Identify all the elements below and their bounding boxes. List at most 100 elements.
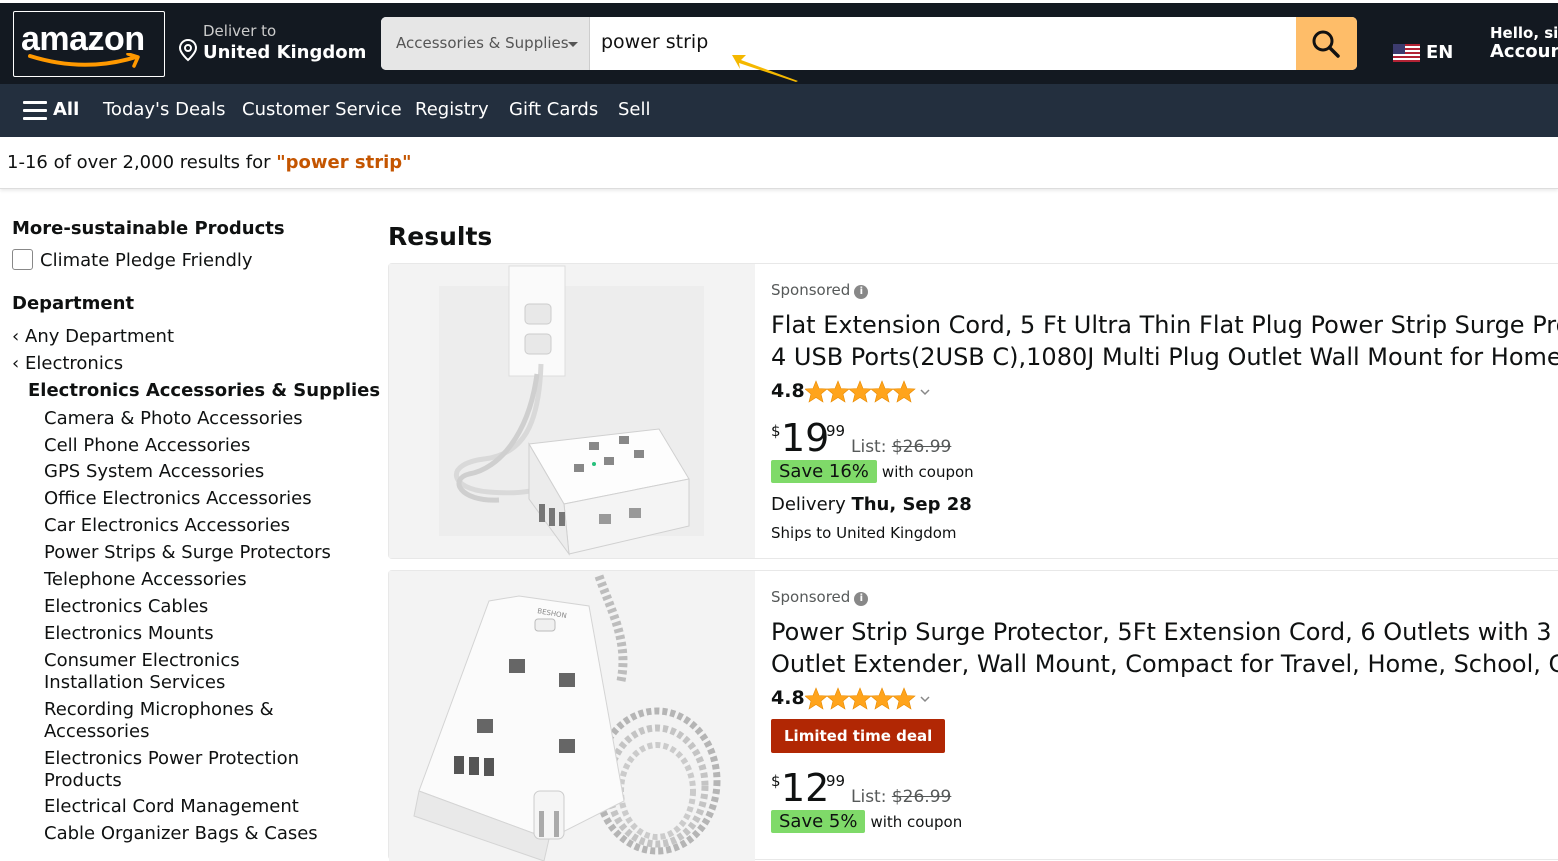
subcategory-link[interactable]: Electronics Power Protection Products <box>44 748 304 792</box>
subcategory-link[interactable]: GPS System Accessories <box>44 461 354 483</box>
coupon-suffix: with coupon <box>881 463 974 481</box>
price-fraction: 99 <box>826 772 846 790</box>
list-price: List: $26.99 <box>851 787 951 807</box>
product-image[interactable]: BESHON <box>389 571 755 861</box>
search-button[interactable] <box>1296 17 1357 70</box>
coupon-offer[interactable]: Save 16% with coupon <box>771 460 974 483</box>
rating-value: 4.8 <box>771 380 805 402</box>
search-icon <box>1312 30 1340 58</box>
subcategory-link[interactable]: Office Electronics Accessories <box>44 488 354 510</box>
info-icon[interactable]: i <box>854 592 869 606</box>
rating-value: 4.8 <box>771 687 805 709</box>
any-department-link[interactable]: ‹ Any Department <box>12 326 174 347</box>
price-whole: 19 <box>781 416 830 460</box>
list-price-label: List: <box>851 437 892 457</box>
top-header: amazon Deliver to United Kingdom Accesso… <box>0 0 1558 84</box>
nav-todays-deals[interactable]: Today's Deals <box>103 99 225 120</box>
star-rating-icon <box>805 687 930 710</box>
info-icon[interactable]: i <box>854 285 869 299</box>
search-category-label: Accessories & Supplies <box>396 34 569 52</box>
electronics-label: Electronics <box>25 353 124 374</box>
extension-cord-image <box>389 264 755 558</box>
coupon-offer[interactable]: Save 5% with coupon <box>771 810 962 833</box>
coupon-suffix: with coupon <box>870 813 963 831</box>
subcategory-link[interactable]: Cell Phone Accessories <box>44 435 354 457</box>
subcategory-link[interactable]: Cable Organizer Bags & Cases <box>44 823 354 845</box>
climate-pledge-label[interactable]: Climate Pledge Friendly <box>40 250 253 271</box>
any-department-label: Any Department <box>25 326 175 347</box>
account-menu[interactable]: Hello, sig Account <box>1490 24 1558 62</box>
price-currency: $ <box>771 422 781 440</box>
results-query: "power strip" <box>276 152 412 173</box>
save-badge: Save 16% <box>771 460 877 483</box>
subcategory-link[interactable]: Car Electronics Accessories <box>44 515 354 537</box>
department-heading: Department <box>12 293 135 314</box>
product-image[interactable] <box>389 264 755 558</box>
product-title[interactable]: Power Strip Surge Protector, 5Ft Extensi… <box>771 616 1558 680</box>
account-label: Account <box>1490 41 1558 62</box>
subcategory-link[interactable]: Telephone Accessories <box>44 569 354 591</box>
product-card: Sponsored i Flat Extension Cord, 5 Ft Ult… <box>388 263 1558 559</box>
subcategory-link[interactable]: Electronics Cables <box>44 596 354 618</box>
sustainable-heading: More-sustainable Products <box>12 218 285 239</box>
ships-to: Ships to United Kingdom <box>771 524 957 542</box>
price-fraction: 99 <box>826 422 846 440</box>
deliver-label: Deliver to <box>203 22 277 40</box>
list-price: List: $26.99 <box>851 437 951 457</box>
chevron-left-icon: ‹ <box>12 353 20 374</box>
delivery-label: Delivery <box>771 494 852 515</box>
price-currency: $ <box>771 772 781 790</box>
results-heading: Results <box>388 222 493 251</box>
nav-customer-service[interactable]: Customer Service <box>242 99 402 120</box>
current-department: Electronics Accessories & Supplies <box>28 380 381 401</box>
search-category-dropdown[interactable]: Accessories & Supplies <box>381 17 590 70</box>
nav-registry[interactable]: Registry <box>415 99 489 120</box>
limited-deal-badge: Limited time deal <box>771 719 946 753</box>
nav-bar: All Today's Deals Customer Service Regis… <box>0 84 1558 137</box>
product-rating[interactable]: 4.8 <box>771 380 930 403</box>
account-greeting: Hello, sig <box>1490 24 1558 42</box>
language-label: EN <box>1426 42 1454 63</box>
nav-gift-cards[interactable]: Gift Cards <box>509 99 598 120</box>
deliver-location: United Kingdom <box>203 42 367 63</box>
subcategory-link[interactable]: Power Strips & Surge Protectors <box>44 542 354 564</box>
us-flag-icon <box>1393 44 1420 62</box>
amazon-logo[interactable]: amazon <box>13 11 165 77</box>
sponsored-text: Sponsored <box>771 588 851 606</box>
save-badge: Save 5% <box>771 810 866 833</box>
product-details: Sponsored i Flat Extension Cord, 5 Ft Ult… <box>771 264 1558 558</box>
climate-pledge-checkbox[interactable] <box>12 249 33 270</box>
sponsored-text: Sponsored <box>771 281 851 299</box>
list-price-label: List: <box>851 787 892 807</box>
list-price-value: $26.99 <box>891 437 952 457</box>
subcategory-link[interactable]: Recording Microphones & Accessories <box>44 699 284 743</box>
electronics-link[interactable]: ‹ Electronics <box>12 353 123 374</box>
search-input[interactable]: power strip <box>601 31 708 53</box>
product-details: Sponsored i Power Strip Surge Protector, … <box>771 571 1558 861</box>
product-title[interactable]: Flat Extension Cord, 5 Ft Ultra Thin Fla… <box>771 309 1558 373</box>
results-info-bar: 1-16 of over 2,000 results for "power st… <box>0 137 1558 189</box>
subcategory-link[interactable]: Electronics Mounts <box>44 623 354 645</box>
sponsored-label[interactable]: Sponsored i <box>771 281 869 299</box>
logo-smile-icon <box>28 53 140 68</box>
menu-icon[interactable] <box>23 101 47 125</box>
product-title-line1: Power Strip Surge Protector, 5Ft Extensi… <box>771 618 1558 646</box>
nav-all[interactable]: All <box>53 99 79 120</box>
delivery-info: Delivery Thu, Sep 28 <box>771 494 972 515</box>
results-count-prefix: 1-16 of over 2,000 results for <box>7 152 277 173</box>
subcategory-link[interactable]: Camera & Photo Accessories <box>44 408 354 430</box>
list-price-value: $26.99 <box>891 787 952 807</box>
product-title-line2: 4 USB Ports(2USB C),1080J Multi Plug Out… <box>771 343 1558 371</box>
nav-sell[interactable]: Sell <box>618 99 651 120</box>
price-whole: 12 <box>781 766 830 810</box>
search-bar: Accessories & Supplies power strip <box>381 17 1357 70</box>
star-rating-icon <box>805 380 930 403</box>
caret-down-icon <box>568 42 578 47</box>
sponsored-label[interactable]: Sponsored i <box>771 588 869 606</box>
subcategory-link[interactable]: Consumer Electronics Installation Servic… <box>44 650 344 694</box>
power-strip-image: BESHON <box>389 571 755 861</box>
product-rating[interactable]: 4.8 <box>771 687 930 710</box>
subcategory-link[interactable]: Electrical Cord Management <box>44 796 354 818</box>
delivery-date: Thu, Sep 28 <box>851 494 972 515</box>
chevron-left-icon: ‹ <box>12 326 20 347</box>
